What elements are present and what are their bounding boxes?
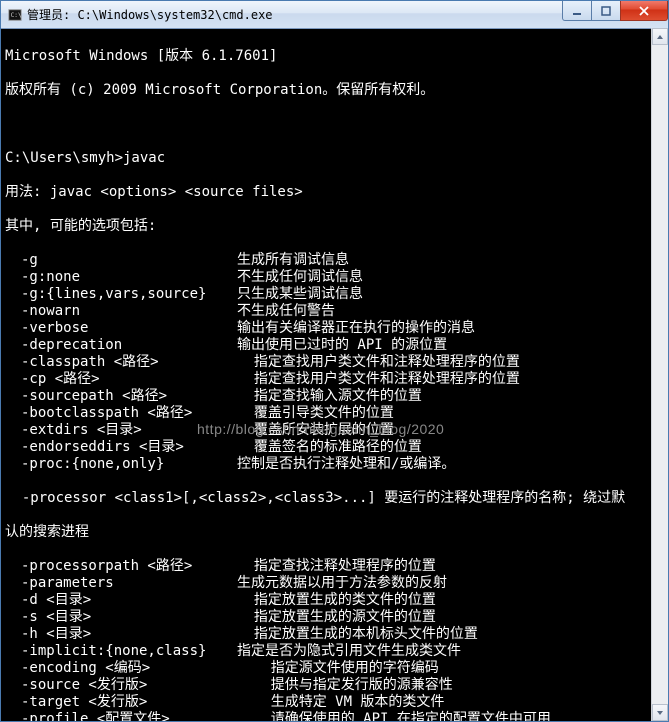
cmd-icon: C:\ <box>7 7 23 23</box>
option-desc: 输出使用已过时的 API 的源位置 <box>237 337 664 354</box>
option-line: -nowarn不生成任何警告 <box>5 303 664 320</box>
option-key: -d <目录> <box>5 592 237 609</box>
option-line: -s <目录> 指定放置生成的源文件的位置 <box>5 609 664 626</box>
option-desc: 指定查找用户类文件和注释处理程序的位置 <box>237 354 664 371</box>
header-line: Microsoft Windows [版本 6.1.7601] <box>5 48 664 65</box>
option-desc: 提供与指定发行版的源兼容性 <box>237 677 664 694</box>
option-key: -g <box>5 252 237 269</box>
scroll-up-button[interactable] <box>652 28 668 45</box>
option-desc: 请确保使用的 API 在指定的配置文件中可用 <box>237 711 664 721</box>
option-key: -profile <配置文件> <box>5 711 237 721</box>
option-line: -classpath <路径> 指定查找用户类文件和注释处理程序的位置 <box>5 354 664 371</box>
option-key: -target <发行版> <box>5 694 237 711</box>
option-key: -h <目录> <box>5 626 237 643</box>
option-desc: 覆盖所安装扩展的位置 <box>237 422 664 439</box>
option-line: -sourcepath <路径> 指定查找输入源文件的位置 <box>5 388 664 405</box>
prompt-line: C:\Users\smyh>javac <box>5 150 664 167</box>
option-desc: 指定放置生成的本机标头文件的位置 <box>237 626 664 643</box>
option-key: -g:none <box>5 269 237 286</box>
option-line: -d <目录> 指定放置生成的类文件的位置 <box>5 592 664 609</box>
option-line: -source <发行版> 提供与指定发行版的源兼容性 <box>5 677 664 694</box>
option-key: -encoding <编码> <box>5 660 237 677</box>
option-key: -nowarn <box>5 303 237 320</box>
option-line: -verbose输出有关编译器正在执行的操作的消息 <box>5 320 664 337</box>
close-button[interactable] <box>620 1 668 21</box>
option-key: -parameters <box>5 575 237 592</box>
option-key: -implicit:{none,class} <box>5 643 237 660</box>
option-key: -sourcepath <路径> <box>5 388 237 405</box>
option-line: -endorseddirs <目录> 覆盖签名的标准路径的位置 <box>5 439 664 456</box>
option-desc: 生成元数据以用于方法参数的反射 <box>237 575 664 592</box>
option-key: -cp <路径> <box>5 371 237 388</box>
option-desc: 生成所有调试信息 <box>237 252 664 269</box>
option-key: -endorseddirs <目录> <box>5 439 237 456</box>
option-desc: 不生成任何警告 <box>237 303 664 320</box>
option-line: -cp <路径> 指定查找用户类文件和注释处理程序的位置 <box>5 371 664 388</box>
option-key: -processorpath <路径> <box>5 558 237 575</box>
option-desc: 指定查找注释处理程序的位置 <box>237 558 664 575</box>
option-line: -parameters生成元数据以用于方法参数的反射 <box>5 575 664 592</box>
window-buttons <box>563 1 668 28</box>
option-key: -classpath <路径> <box>5 354 237 371</box>
terminal-output[interactable]: Microsoft Windows [版本 6.1.7601] 版权所有 (c)… <box>1 29 668 721</box>
maximize-button[interactable] <box>591 1 621 21</box>
option-line: -processor <class1>[,<class2>,<class3>..… <box>5 490 664 507</box>
option-key: -proc:{none,only} <box>5 456 237 473</box>
option-line: -bootclasspath <路径> 覆盖引导类文件的位置 <box>5 405 664 422</box>
option-line: -processorpath <路径> 指定查找注释处理程序的位置 <box>5 558 664 575</box>
option-key: -deprecation <box>5 337 237 354</box>
option-key: -bootclasspath <路径> <box>5 405 237 422</box>
option-desc: 指定放置生成的类文件的位置 <box>237 592 664 609</box>
option-desc: 覆盖签名的标准路径的位置 <box>237 439 664 456</box>
window-title: 管理员: C:\Windows\system32\cmd.exe <box>27 6 563 23</box>
option-line: -profile <配置文件> 请确保使用的 API 在指定的配置文件中可用 <box>5 711 664 721</box>
option-line: -target <发行版> 生成特定 VM 版本的类文件 <box>5 694 664 711</box>
scroll-down-button[interactable] <box>652 704 668 721</box>
option-line: -g:{lines,vars,source}只生成某些调试信息 <box>5 286 664 303</box>
option-desc: 指定放置生成的源文件的位置 <box>237 609 664 626</box>
option-line: -encoding <编码> 指定源文件使用的字符编码 <box>5 660 664 677</box>
option-key: -source <发行版> <box>5 677 237 694</box>
option-line: -implicit:{none,class}指定是否为隐式引用文件生成类文件 <box>5 643 664 660</box>
option-desc: 覆盖引导类文件的位置 <box>237 405 664 422</box>
option-desc: 指定查找输入源文件的位置 <box>237 388 664 405</box>
option-line: -deprecation输出使用已过时的 API 的源位置 <box>5 337 664 354</box>
option-key: -verbose <box>5 320 237 337</box>
option-key: -s <目录> <box>5 609 237 626</box>
minimize-button[interactable] <box>562 1 592 21</box>
window-titlebar: C:\ 管理员: C:\Windows\system32\cmd.exe <box>1 1 668 29</box>
option-desc: 指定源文件使用的字符编码 <box>237 660 664 677</box>
blank-line <box>5 116 664 133</box>
usage-line: 用法: javac <options> <source files> <box>5 184 664 201</box>
option-line: -h <目录> 指定放置生成的本机标头文件的位置 <box>5 626 664 643</box>
option-key: -extdirs <目录> <box>5 422 237 439</box>
option-line: -g生成所有调试信息 <box>5 252 664 269</box>
option-line: -proc:{none,only}控制是否执行注释处理和/或编译。 <box>5 456 664 473</box>
option-desc: 不生成任何调试信息 <box>237 269 664 286</box>
option-desc: 生成特定 VM 版本的类文件 <box>237 694 664 711</box>
option-desc: 输出有关编译器正在执行的操作的消息 <box>237 320 664 337</box>
option-desc: 指定查找用户类文件和注释处理程序的位置 <box>237 371 664 388</box>
option-desc: 指定是否为隐式引用文件生成类文件 <box>237 643 664 660</box>
vertical-scrollbar[interactable] <box>651 28 668 721</box>
option-line: -g:none不生成任何调试信息 <box>5 269 664 286</box>
usage-line: 其中, 可能的选项包括: <box>5 218 664 235</box>
option-desc: 控制是否执行注释处理和/或编译。 <box>237 456 664 473</box>
option-line: -extdirs <目录> 覆盖所安装扩展的位置 <box>5 422 664 439</box>
option-line: 认的搜索进程 <box>5 524 664 541</box>
option-key: -g:{lines,vars,source} <box>5 286 237 303</box>
header-line: 版权所有 (c) 2009 Microsoft Corporation。保留所有… <box>5 82 664 99</box>
option-desc: 只生成某些调试信息 <box>237 286 664 303</box>
svg-text:C:\: C:\ <box>11 11 22 18</box>
